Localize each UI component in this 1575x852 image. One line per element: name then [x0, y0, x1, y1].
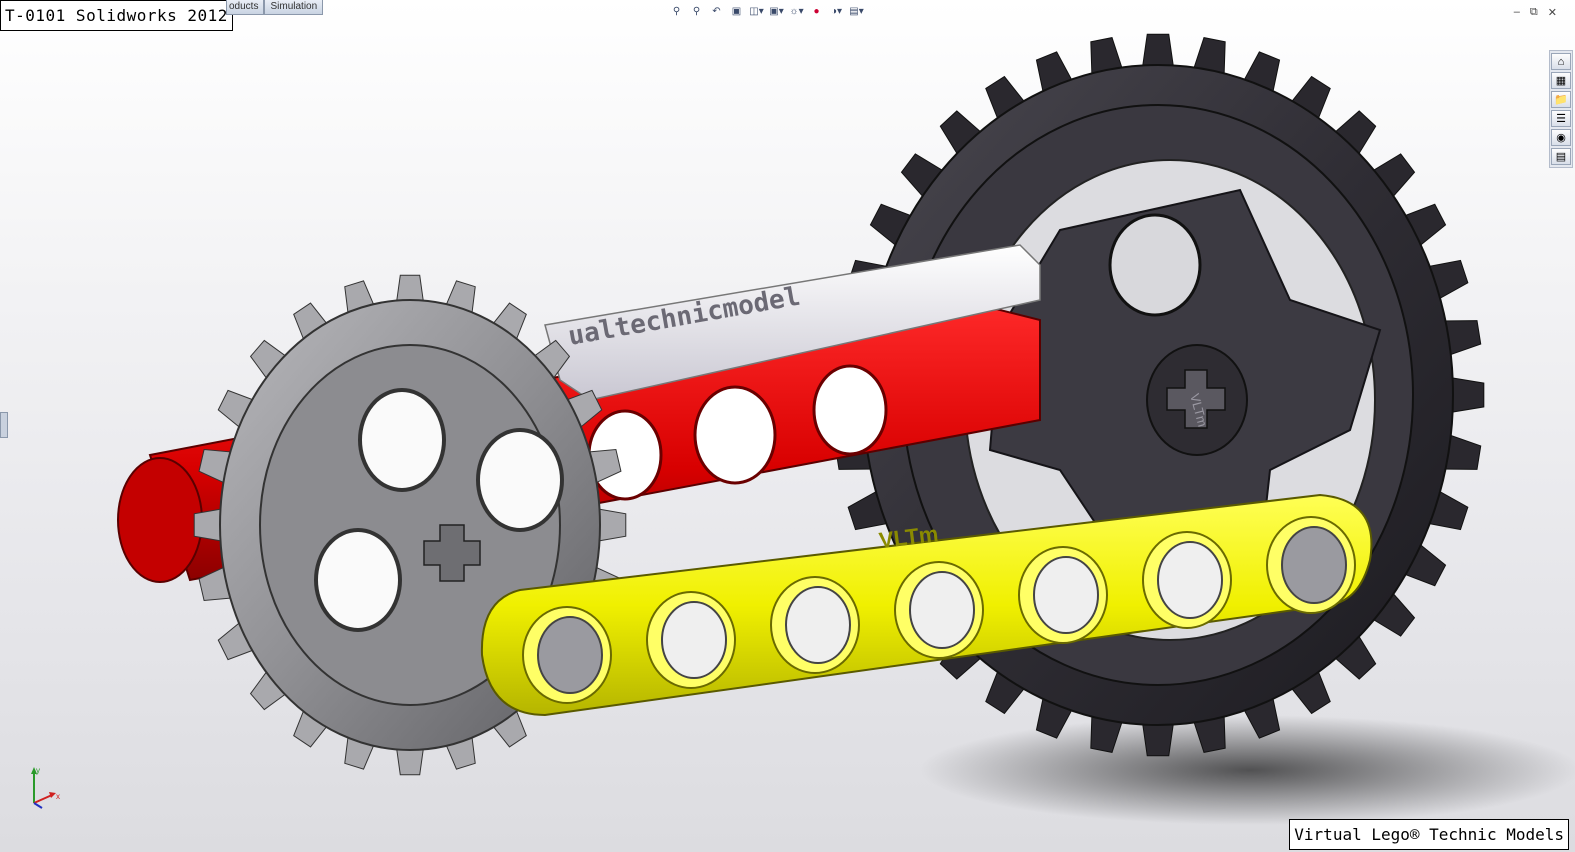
- apply-scene-icon[interactable]: ◑▾: [828, 3, 845, 20]
- heads-up-view-toolbar: ⚲ ⚲ ↶ ▣ ◫▾ ▣▾ ☼▾ ● ◑▾ ▤▾: [668, 3, 865, 20]
- resources-icon[interactable]: ▦: [1551, 72, 1571, 89]
- reference-triad: x y: [31, 766, 60, 809]
- tab-products[interactable]: oducts: [226, 0, 265, 15]
- home-icon[interactable]: ⌂: [1551, 53, 1571, 70]
- task-pane-tabs: ⌂ ▦ 📁 ☰ ◉ ▤: [1549, 50, 1573, 168]
- section-view-icon[interactable]: ▣: [728, 3, 745, 20]
- liftarm-hole: [661, 601, 727, 679]
- custom-properties-icon[interactable]: ▤: [1551, 148, 1571, 165]
- liftarm-hole: [909, 571, 975, 649]
- liftarm-hole: [537, 616, 603, 694]
- edit-appearance-icon[interactable]: ●: [808, 3, 825, 20]
- display-style-icon[interactable]: ▣▾: [768, 3, 785, 20]
- footer-credit-label: Virtual Lego® Technic Models: [1289, 819, 1569, 850]
- hide-show-items-icon[interactable]: ☼▾: [788, 3, 805, 20]
- previous-view-icon[interactable]: ↶: [708, 3, 725, 20]
- restore-icon[interactable]: ⧉: [1530, 6, 1538, 19]
- assembly-model[interactable]: VLTm ualtechnicmodel VLTm: [0, 0, 1575, 852]
- close-icon[interactable]: ✕: [1548, 6, 1557, 19]
- tab-simulation[interactable]: Simulation: [264, 0, 324, 15]
- zoom-to-area-icon[interactable]: ⚲: [688, 3, 705, 20]
- liftarm-hole: [1281, 526, 1347, 604]
- appearances-icon[interactable]: ◉: [1551, 129, 1571, 146]
- command-manager-tabs: oducts Simulation: [226, 0, 324, 15]
- liftarm-hole: [1157, 541, 1223, 619]
- ground-shadow: [920, 715, 1575, 825]
- feature-manager-handle[interactable]: [0, 412, 8, 438]
- file-explorer-icon[interactable]: ☰: [1551, 110, 1571, 127]
- graphics-viewport[interactable]: VLTm ualtechnicmodel VLTm T-0101 Solidwo…: [0, 0, 1575, 852]
- minimize-icon[interactable]: –: [1514, 6, 1520, 19]
- view-orientation-icon[interactable]: ◫▾: [748, 3, 765, 20]
- svg-text:x: x: [56, 792, 60, 801]
- svg-text:y: y: [36, 766, 40, 775]
- model-title-label: T-0101 Solidworks 2012: [0, 0, 233, 31]
- liftarm-hole: [785, 586, 851, 664]
- design-library-icon[interactable]: 📁: [1551, 91, 1571, 108]
- window-controls: – ⧉ ✕: [1514, 6, 1557, 19]
- liftarm-hole: [1033, 556, 1099, 634]
- zoom-to-fit-icon[interactable]: ⚲: [668, 3, 685, 20]
- view-settings-icon[interactable]: ▤▾: [848, 3, 865, 20]
